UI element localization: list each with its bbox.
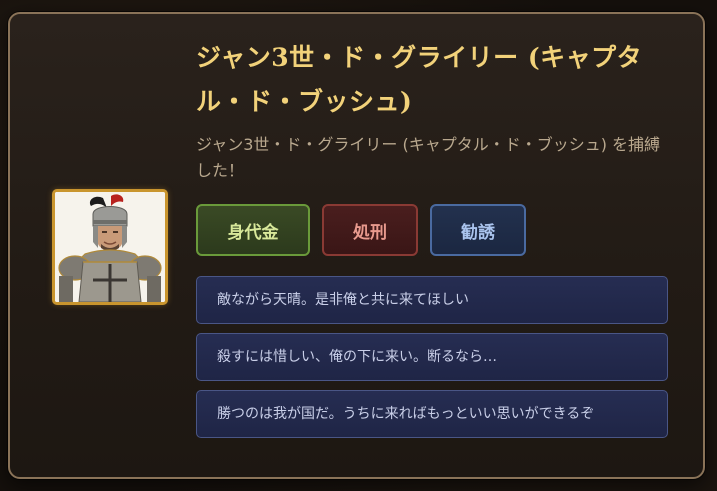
dialogue-option-list: 敵ながら天晴。是非俺と共に来てほしい 殺すには惜しい、俺の下に来い。断るなら… … xyxy=(196,276,668,447)
captive-name-title: ジャン3世・ド・グライリー (キャプタル・ド・ブッシュ) xyxy=(196,43,643,116)
action-button-group: 身代金 処刑 勧誘 xyxy=(196,204,526,256)
knight-portrait-image xyxy=(55,192,165,302)
recruit-button[interactable]: 勧誘 xyxy=(430,204,526,256)
capture-dialog: ジャン3世・ド・グライリー (キャプタル・ド・ブッシュ) ジャン3世・ド・グライ… xyxy=(8,12,705,479)
dialogue-option[interactable]: 殺すには惜しい、俺の下に来い。断るなら… xyxy=(196,333,668,381)
execute-button[interactable]: 処刑 xyxy=(322,204,418,256)
dialogue-option[interactable]: 敵ながら天晴。是非俺と共に来てほしい xyxy=(196,276,668,324)
captive-portrait xyxy=(52,189,168,305)
ransom-button[interactable]: 身代金 xyxy=(196,204,310,256)
dialogue-option[interactable]: 勝つのは我が国だ。うちに来ればもっといい思いができるぞ xyxy=(196,390,668,438)
capture-message: ジャン3世・ド・グライリー (キャプタル・ド・ブッシュ) を捕縛した！ xyxy=(196,135,661,180)
